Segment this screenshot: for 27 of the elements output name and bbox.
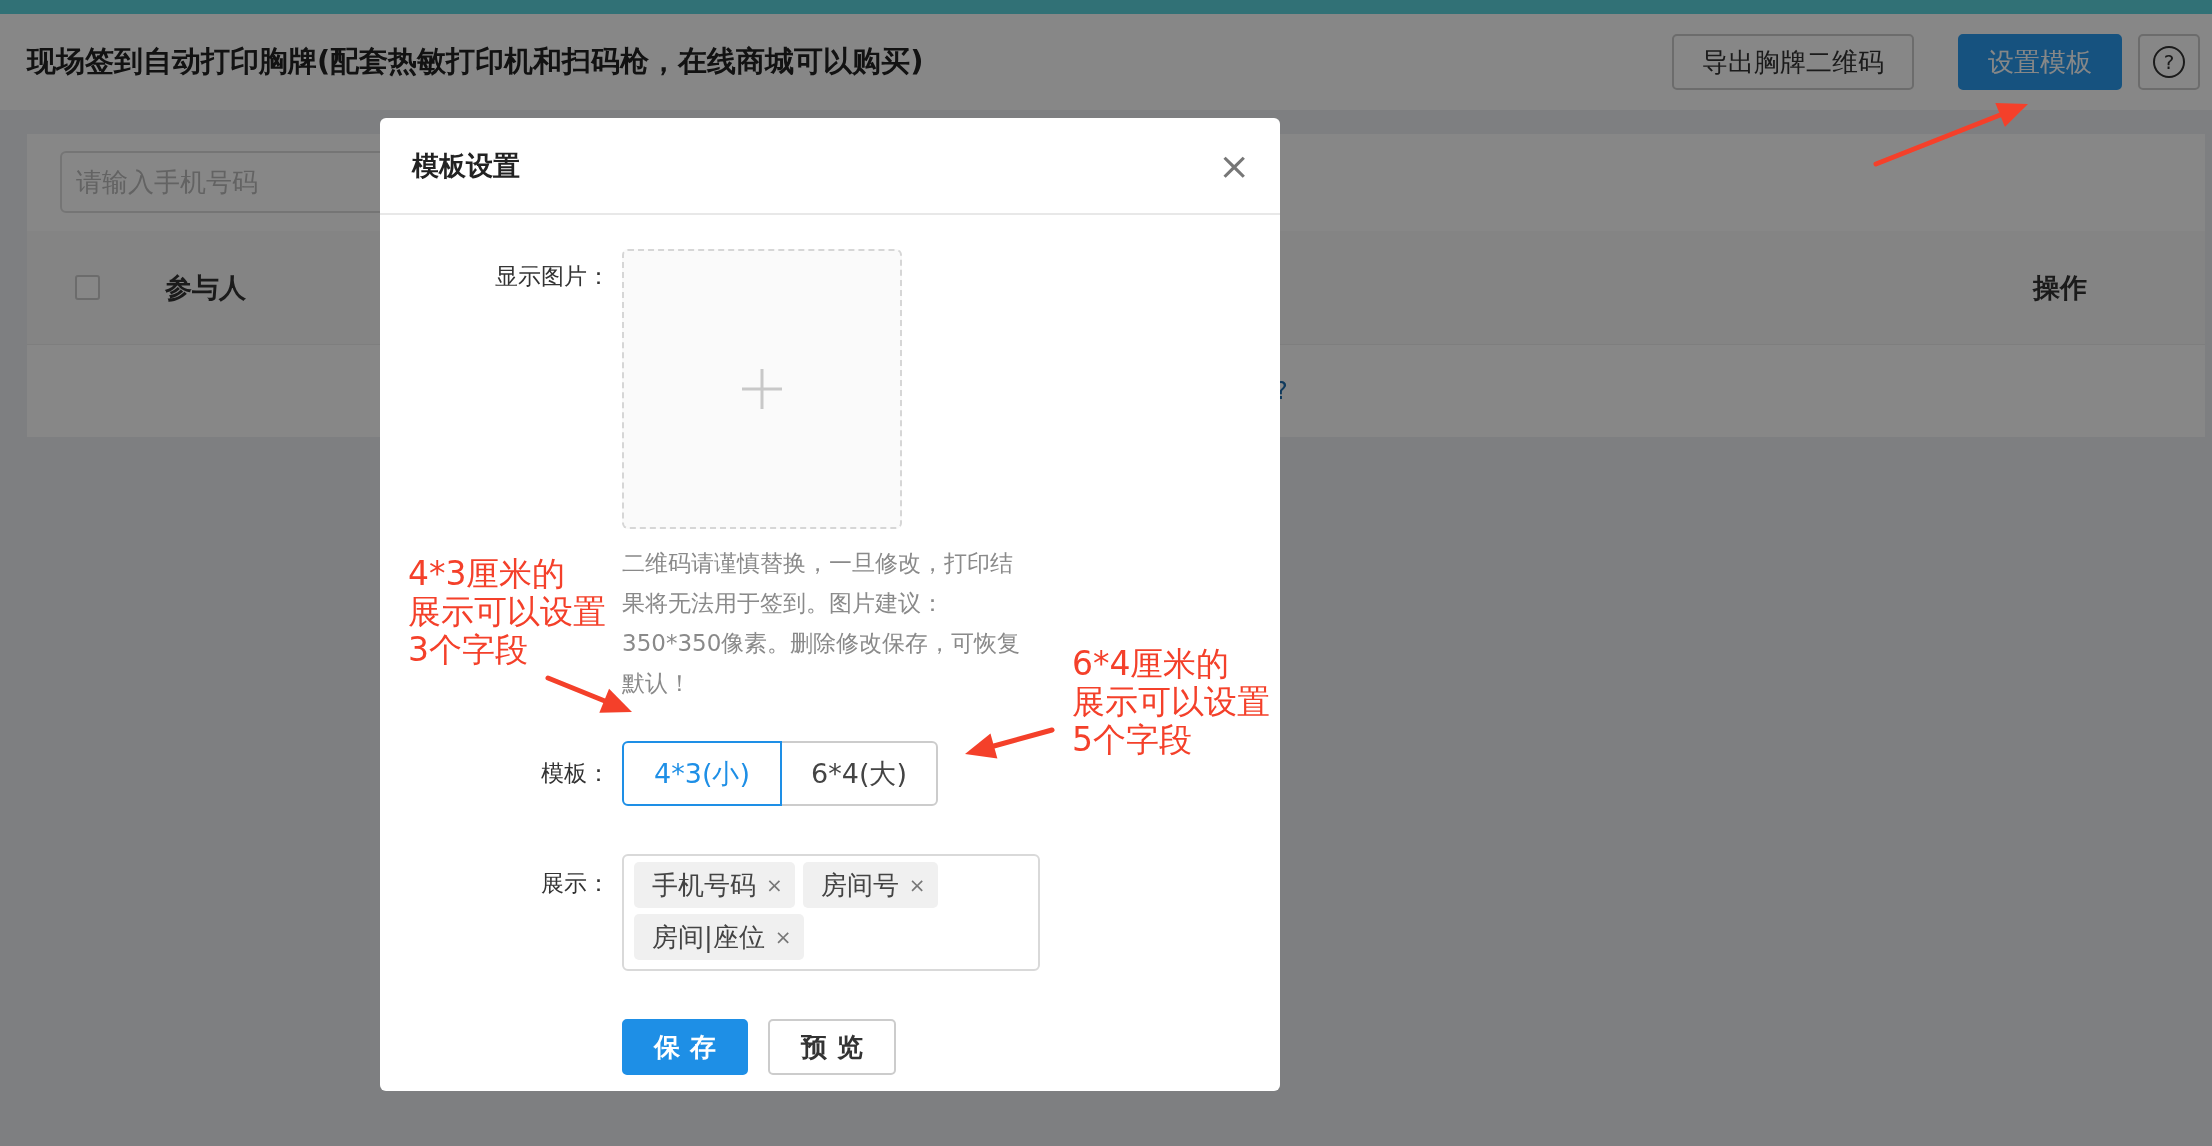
preview-button[interactable]: 预 览	[768, 1019, 896, 1075]
page-title: 现场签到自动打印胸牌(配套热敏打印机和扫码枪，在线商城可以购买)	[27, 43, 925, 80]
tag-label: 房间|座位	[652, 920, 765, 955]
remove-button[interactable]: ×	[766, 873, 783, 897]
annotation-text: 4*3厘米的 展示可以设置 3个字段	[408, 555, 606, 669]
column-header: 参与人	[165, 270, 246, 305]
template-option[interactable]: 6*4(大)	[780, 741, 938, 806]
tag-label: 房间号	[820, 868, 899, 902]
template-settings-button[interactable]: 设置模板	[1958, 34, 2122, 90]
image-upload[interactable]	[622, 249, 902, 529]
help-button[interactable]: ?	[2138, 34, 2200, 90]
plus-icon	[740, 367, 784, 411]
remove-button[interactable]: ×	[908, 873, 926, 897]
tag-label: 手机号码	[652, 868, 756, 902]
remove-button[interactable]: ×	[774, 925, 792, 949]
annotation-text: 6*4厘米的 展示可以设置 5个字段	[1072, 645, 1270, 759]
hint-text: 二维码请谨慎替换，一旦修改，打印结果将无法用于签到。图片建议：350*350像素。删除修改保存，可恢复默认！	[622, 549, 1022, 698]
export-button[interactable]: 导出胸牌二维码	[1672, 34, 1914, 90]
field-label: 显示图片：	[494, 262, 611, 291]
field-label: 展示：	[540, 869, 611, 898]
tag-select[interactable]: 手机号码 × 房间号 × 房间|座位 ×	[622, 854, 1040, 971]
close-button[interactable]: ×	[1218, 146, 1250, 185]
save-button[interactable]: 保 存	[622, 1019, 748, 1075]
template-option[interactable]: 4*3(小)	[622, 741, 782, 806]
select-all-checkbox[interactable]	[75, 275, 100, 300]
column-header: 操作	[2033, 270, 2087, 305]
field-label: 模板：	[540, 759, 611, 788]
